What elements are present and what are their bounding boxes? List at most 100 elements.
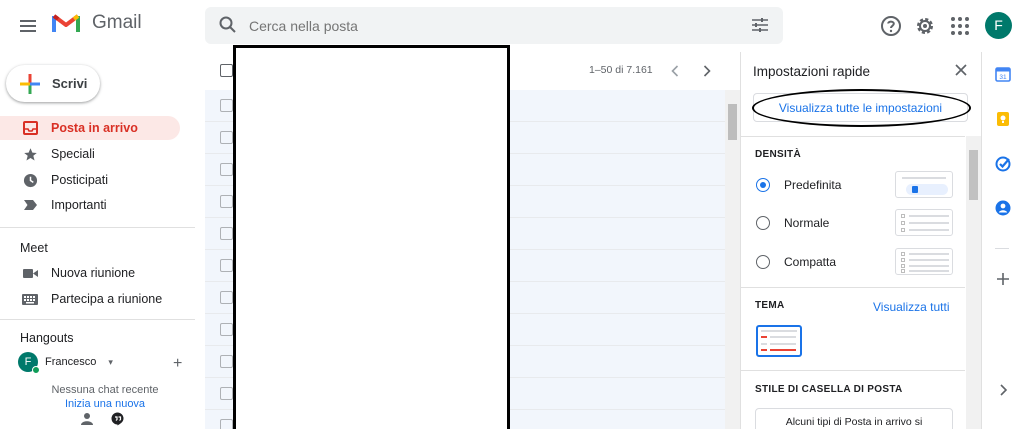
row-checkbox[interactable] [220,131,233,144]
star-icon [22,146,38,162]
preview-box [901,214,905,218]
preview-line [909,259,949,261]
panel-divider [741,136,965,137]
density-default-preview[interactable] [895,171,953,198]
sidebar-item-label: Importanti [51,198,107,212]
theme-section-title: TEMA [755,300,785,311]
search-icon[interactable] [219,16,237,34]
tasks-icon[interactable] [995,156,1011,172]
sidebar-item-label: Posticipati [51,173,108,187]
hangouts-avatar: F [18,352,40,374]
preview-line [909,265,949,267]
sidebar-divider [0,319,195,320]
sidebar-item-label: Posta in arrivo [51,121,138,135]
density-default-radio[interactable] [756,178,770,192]
person-icon[interactable] [80,412,94,426]
rail-divider [995,248,1009,249]
search-options-icon[interactable] [751,17,769,33]
row-checkbox[interactable] [220,323,233,336]
density-compact-label: Compatta [784,255,837,269]
theme-default-thumbnail[interactable] [756,325,802,357]
row-checkbox[interactable] [220,259,233,272]
row-checkbox[interactable] [220,291,233,304]
sidebar-item-label: Speciali [51,147,95,161]
density-normal-label: Normale [784,216,830,230]
row-checkbox[interactable] [220,227,233,240]
preview-box [901,258,905,262]
redacted-area [233,45,510,429]
sidebar-item-label: Nuova riunione [51,266,136,280]
row-checkbox[interactable] [220,387,233,400]
preview-mark [761,336,767,338]
sidebar-divider [0,227,195,228]
scrollbar-thumb[interactable] [969,150,978,200]
menu-icon-line [20,30,36,32]
help-icon[interactable] [879,14,903,38]
contacts-icon[interactable] [995,200,1011,216]
preview-line [761,343,767,345]
chevron-down-icon[interactable]: ▾ [108,357,113,368]
no-recent-chats-text: Nessuna chat recente [51,384,159,396]
row-checkbox[interactable] [220,99,233,112]
chevron-left-icon[interactable] [671,65,679,77]
quick-settings-panel: Impostazioni rapide Visualizza tutte le … [740,52,981,429]
view-all-settings-button[interactable]: Visualizza tutte le impostazioni [753,93,968,122]
sidebar-item-important[interactable]: Importanti [0,193,180,217]
important-icon [22,197,38,213]
row-checkbox[interactable] [220,163,233,176]
preview-box [901,221,905,225]
video-camera-icon [22,265,38,281]
row-checkbox[interactable] [220,355,233,368]
message-list-scrollbar[interactable] [725,90,740,429]
preview-line [909,229,949,231]
search-bar[interactable] [205,7,783,44]
clock-icon [22,172,38,188]
quick-settings-scrollbar[interactable] [966,136,981,429]
hangouts-chat-icon[interactable] [111,412,124,426]
gmail-logo[interactable]: Gmail [52,12,142,34]
sidebar-item-join-meeting[interactable]: Partecipa a riunione [0,287,180,311]
calendar-icon[interactable]: 31 [995,66,1011,82]
chevron-right-icon[interactable] [703,65,711,77]
search-input[interactable] [249,7,729,44]
add-addon-icon[interactable] [995,271,1011,287]
preview-line [909,270,949,272]
select-all-checkbox[interactable] [220,64,233,77]
density-compact-preview[interactable] [895,248,953,275]
chevron-right-icon[interactable] [995,382,1011,398]
preview-mark [770,349,796,351]
row-checkbox[interactable] [220,195,233,208]
attachment-icon [912,186,918,193]
gear-icon[interactable] [913,14,937,38]
preview-line [770,343,796,345]
main-menu-button[interactable] [14,12,42,40]
panel-divider [741,287,965,288]
density-section-title: DENSITÀ [755,149,801,160]
keep-icon[interactable] [995,111,1011,127]
add-chat-icon[interactable]: + [173,355,182,373]
sidebar-item-snoozed[interactable]: Posticipati [0,168,180,192]
panel-divider [741,370,965,371]
view-all-themes-link[interactable]: Visualizza tutti [873,300,949,314]
account-avatar[interactable]: F [985,12,1012,39]
compose-button[interactable]: Scrivi [6,65,100,102]
apps-grid-icon[interactable] [948,14,972,38]
quick-settings-title: Impostazioni rapide [753,64,871,79]
sidebar-item-starred[interactable]: Speciali [0,142,180,166]
density-compact-radio[interactable] [756,255,770,269]
density-normal-radio[interactable] [756,216,770,230]
pagination-count: 1–50 di 7.161 [589,64,653,76]
hangouts-avatar-initial: F [24,356,32,368]
preview-box [901,264,905,268]
scrollbar-thumb[interactable] [728,104,737,140]
hangouts-user[interactable]: F Francesco ▾ [18,352,113,374]
inbox-icon [22,120,38,136]
menu-icon-line [20,20,36,22]
svg-text:31: 31 [999,74,1007,81]
row-checkbox[interactable] [220,419,233,429]
close-icon[interactable] [953,62,969,78]
sidebar-item-inbox[interactable]: Posta in arrivo [0,116,180,140]
density-normal-preview[interactable] [895,209,953,236]
inbox-type-card[interactable]: Alcuni tipi di Posta in arrivo si [755,408,953,429]
sidebar-item-new-meeting[interactable]: Nuova riunione [0,261,180,285]
